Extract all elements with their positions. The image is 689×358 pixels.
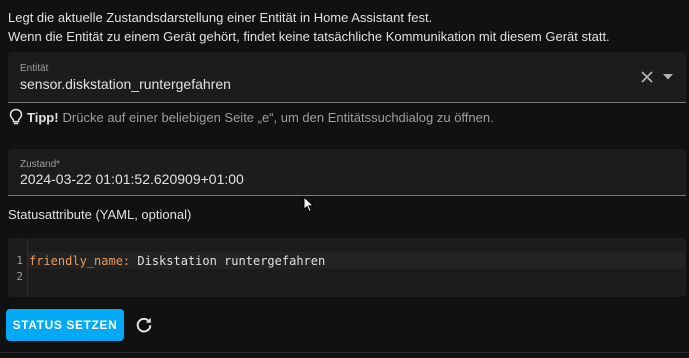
yaml-value: Diskstation runtergefahren <box>130 254 326 268</box>
set-state-button[interactable]: STATUS SETZEN <box>6 309 124 341</box>
description-line-1: Legt die aktuelle Zustandsdarstellung ei… <box>8 10 433 25</box>
close-icon[interactable] <box>638 68 656 86</box>
tip-hint: Tipp! Drücke auf einer beliebigen Seite … <box>8 107 494 127</box>
menu-down-icon[interactable] <box>660 69 676 85</box>
refresh-icon[interactable] <box>132 313 156 337</box>
state-field-value[interactable]: 2024-03-22 01:01:52.620909+01:00 <box>20 171 244 187</box>
entity-field-value[interactable]: sensor.diskstation_runtergefahren <box>20 76 231 92</box>
yaml-key: friendly_name: <box>29 254 131 268</box>
lightbulb-icon <box>9 108 23 125</box>
code-line-1[interactable]: friendly_name: Diskstation runtergefahre… <box>29 253 325 269</box>
entity-picker[interactable]: Entität sensor.diskstation_runtergefahre… <box>8 52 686 103</box>
line-number: 1 <box>16 254 23 267</box>
yaml-code-editor[interactable]: 1 2 friendly_name: Diskstation runtergef… <box>8 238 686 297</box>
state-field[interactable]: Zustand* 2024-03-22 01:01:52.620909+01:0… <box>8 149 686 196</box>
divider <box>0 352 689 353</box>
state-field-label: Zustand* <box>20 159 61 170</box>
entity-field-label: Entität <box>20 63 49 74</box>
tip-title: Tipp! <box>27 109 59 125</box>
line-number-gutter: 1 2 <box>8 238 28 297</box>
attributes-title: Statusattribute (YAML, optional) <box>8 207 192 222</box>
mouse-cursor-icon <box>303 196 315 213</box>
page-description: Legt die aktuelle Zustandsdarstellung ei… <box>8 8 610 46</box>
description-line-2: Wenn die Entität zu einem Gerät gehört, … <box>8 29 610 44</box>
tip-text: Drücke auf einer beliebigen Seite „e“, u… <box>62 109 494 125</box>
line-number: 2 <box>16 270 23 283</box>
